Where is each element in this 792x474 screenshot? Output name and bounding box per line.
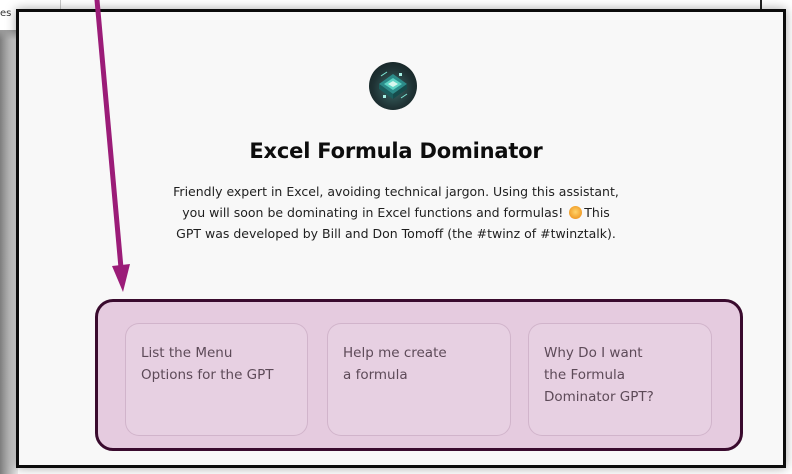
description-line-1: Friendly expert in Excel, avoiding techn… [173,184,619,199]
star-struck-emoji-icon [569,206,583,219]
conversation-starter-menu-options[interactable]: List the Menu Options for the GPT [125,323,308,436]
description-line-2: you will soon be dominating in Excel fun… [182,205,568,220]
description-line-3: GPT was developed by Bill and Don Tomoff… [176,226,616,241]
gpt-avatar [369,62,417,110]
circuit-board-avatar-icon [379,71,408,99]
conversation-starter-why-dominator[interactable]: Why Do I want the Formula Dominator GPT? [528,323,712,436]
conversation-starter-create-formula[interactable]: Help me create a formula [327,323,511,436]
background-window-text: es [0,8,12,19]
description-line-2-end: This [584,205,610,220]
gpt-title: Excel Formula Dominator [249,139,543,163]
gpt-description: Friendly expert in Excel, avoiding techn… [150,181,642,244]
